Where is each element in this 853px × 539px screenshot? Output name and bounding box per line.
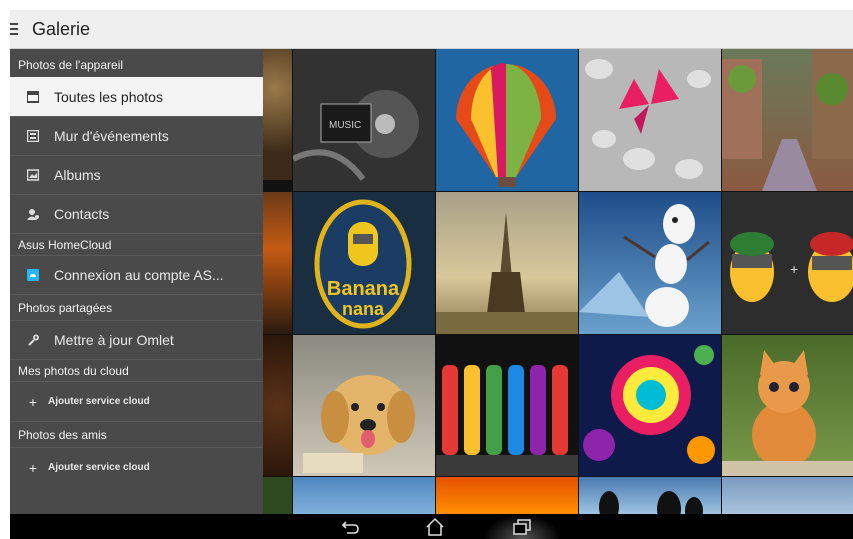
plus-icon: +	[28, 459, 38, 476]
drawer-item-label: Contacts	[54, 206, 110, 222]
svg-text:nana: nana	[342, 299, 385, 319]
drawer-item-label: Ajouter service cloud	[48, 396, 150, 407]
photo-tile[interactable]	[293, 335, 435, 476]
photo-tile[interactable]	[263, 192, 292, 334]
drawer-item-label: Albums	[54, 167, 101, 183]
drawer-item-add-cloud[interactable]: + Ajouter service cloud	[10, 381, 263, 421]
photo-tile[interactable]: MUSIC	[293, 49, 435, 191]
svg-text:+: +	[790, 261, 798, 277]
section-header-cloud: Mes photos du cloud	[10, 359, 263, 381]
photos-icon	[26, 90, 40, 104]
back-icon[interactable]	[340, 516, 362, 538]
system-nav-bar	[10, 514, 853, 539]
svg-text:Banana: Banana	[327, 278, 400, 300]
drawer-item-label: Mur d'événements	[54, 128, 169, 144]
photo-tile[interactable]	[722, 49, 853, 191]
photo-tile[interactable]	[436, 192, 578, 334]
cloud-icon	[26, 268, 40, 282]
photo-tile[interactable]	[436, 335, 578, 476]
photo-tile[interactable]	[579, 477, 721, 514]
wrench-icon	[26, 333, 40, 347]
photo-tile[interactable]	[579, 192, 721, 334]
section-header-friends: Photos des amis	[10, 421, 263, 447]
svg-text:MUSIC: MUSIC	[329, 120, 361, 131]
contacts-icon	[26, 207, 40, 221]
photo-grid: MUSIC Banana nana +	[263, 49, 853, 514]
drawer-item-add-cloud-friends[interactable]: + Ajouter service cloud	[10, 447, 263, 487]
drawer-item-event-wall[interactable]: Mur d'événements	[10, 116, 263, 155]
photo-tile[interactable]	[579, 335, 721, 476]
navigation-drawer: Photos de l'appareil Toutes les photos M…	[10, 49, 263, 514]
photo-tile[interactable]: +	[722, 192, 853, 334]
home-icon[interactable]	[424, 516, 446, 538]
recent-apps-icon[interactable]	[483, 514, 561, 539]
app-title: Galerie	[32, 18, 91, 39]
photo-tile[interactable]	[722, 335, 853, 476]
section-header-homecloud: Asus HomeCloud	[10, 233, 263, 255]
drawer-item-albums[interactable]: Albums	[10, 155, 263, 194]
photo-tile[interactable]	[293, 477, 435, 514]
photo-tile[interactable]: Banana nana	[293, 192, 435, 334]
photo-tile[interactable]	[436, 477, 578, 514]
app-bar: Galerie	[10, 10, 853, 49]
screen: Galerie MUSIC Banana nana + Photos de l'…	[10, 10, 853, 539]
plus-icon: +	[28, 393, 38, 410]
drawer-item-label: Mettre à jour Omlet	[54, 332, 174, 348]
section-header-device: Photos de l'appareil	[18, 58, 124, 72]
drawer-item-all-photos[interactable]: Toutes les photos	[10, 77, 263, 116]
album-icon	[26, 168, 40, 182]
menu-icon[interactable]	[10, 22, 22, 36]
drawer-item-contacts[interactable]: Contacts	[10, 194, 263, 233]
drawer-item-label: Toutes les photos	[54, 88, 163, 105]
section-header-shared: Photos partagées	[10, 294, 263, 320]
photo-tile[interactable]	[722, 477, 853, 514]
drawer-item-label: Connexion au compte AS...	[54, 267, 224, 283]
event-wall-icon	[26, 129, 40, 143]
photo-tile[interactable]	[263, 49, 292, 180]
drawer-item-update-omlet[interactable]: Mettre à jour Omlet	[10, 320, 263, 359]
photo-tile[interactable]	[263, 477, 292, 514]
drawer-item-label: Ajouter service cloud	[48, 462, 150, 473]
photo-tile[interactable]	[263, 335, 292, 476]
photo-tile[interactable]	[579, 49, 721, 191]
drawer-item-homecloud-login[interactable]: Connexion au compte AS...	[10, 255, 263, 294]
photo-tile[interactable]	[436, 49, 578, 191]
